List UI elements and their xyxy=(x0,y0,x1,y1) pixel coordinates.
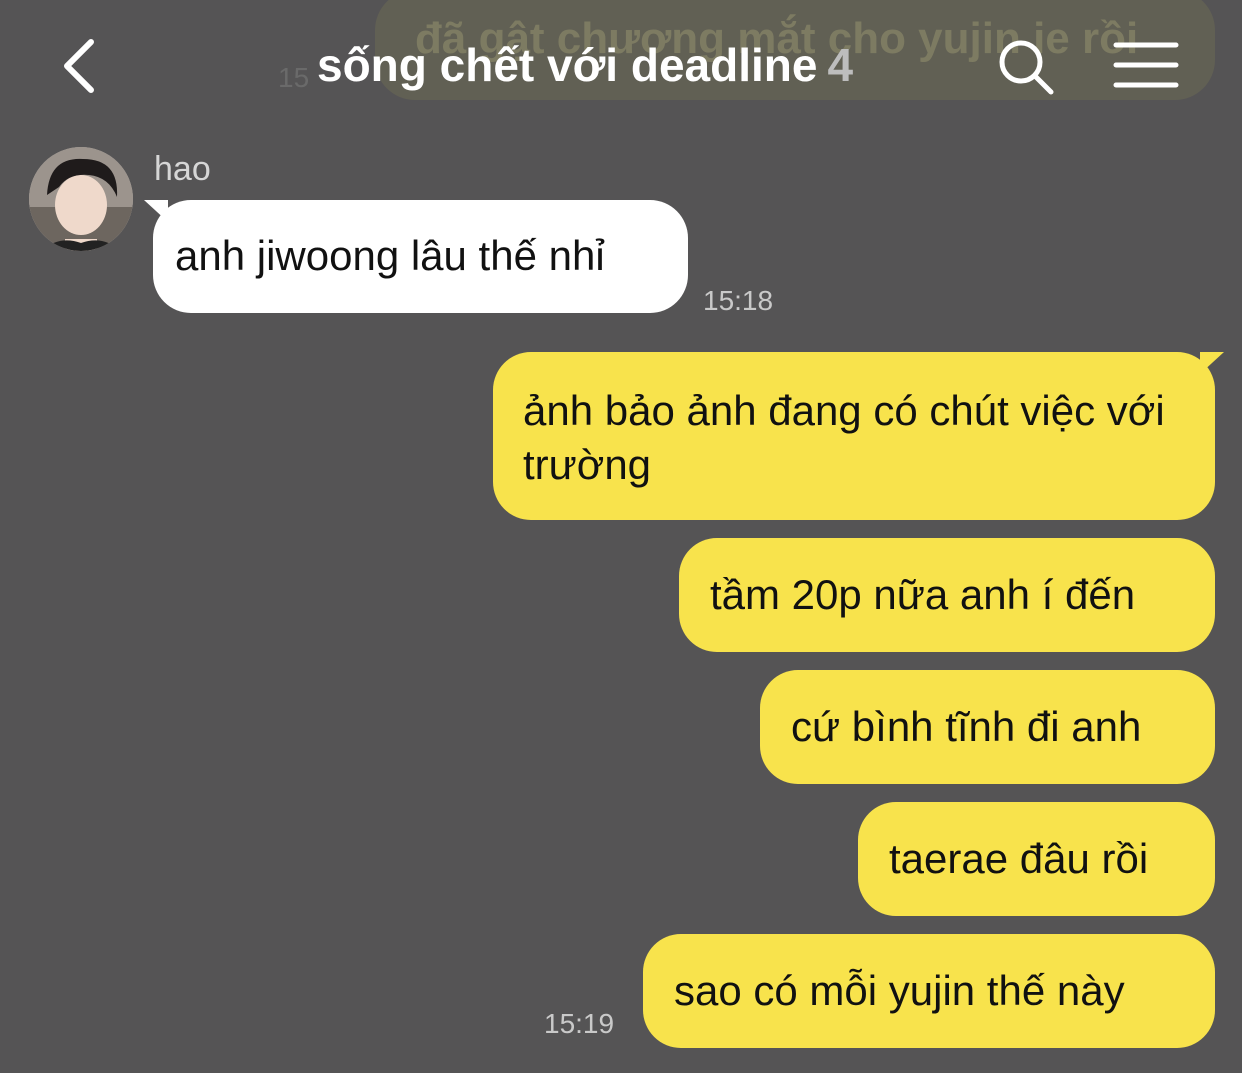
avatar-photo-icon xyxy=(29,147,133,251)
chat-title: sống chết với deadline 4 xyxy=(317,38,853,92)
incoming-message-bubble[interactable]: anh jiwoong lâu thế nhỉ xyxy=(153,200,688,313)
message-time: 15:19 xyxy=(544,1008,615,1039)
outgoing-message-bubble[interactable]: taerae đâu rồi xyxy=(858,802,1215,916)
outgoing-message-bubble[interactable]: ảnh bảo ảnh đang có chút việc với trường xyxy=(493,352,1215,520)
outgoing-message-bubble[interactable]: cứ bình tĩnh đi anh xyxy=(760,670,1215,784)
search-button[interactable] xyxy=(995,36,1057,98)
avatar[interactable] xyxy=(29,147,133,251)
member-count: 4 xyxy=(827,39,854,91)
hamburger-menu-icon xyxy=(1113,42,1179,88)
outgoing-message-bubble[interactable]: tầm 20p nữa anh í đến xyxy=(679,538,1215,652)
chat-name: sống chết với deadline xyxy=(317,39,818,91)
outgoing-message-bubble[interactable]: sao có mỗi yujin thế này xyxy=(643,934,1215,1048)
chevron-left-icon xyxy=(64,39,94,93)
search-icon xyxy=(999,40,1054,95)
sender-name: hao xyxy=(154,150,211,188)
back-button[interactable] xyxy=(55,34,115,98)
message-time: 15:18 xyxy=(703,285,774,316)
chat-header: sống chết với deadline 4 xyxy=(0,0,1242,130)
menu-button[interactable] xyxy=(1112,40,1180,90)
